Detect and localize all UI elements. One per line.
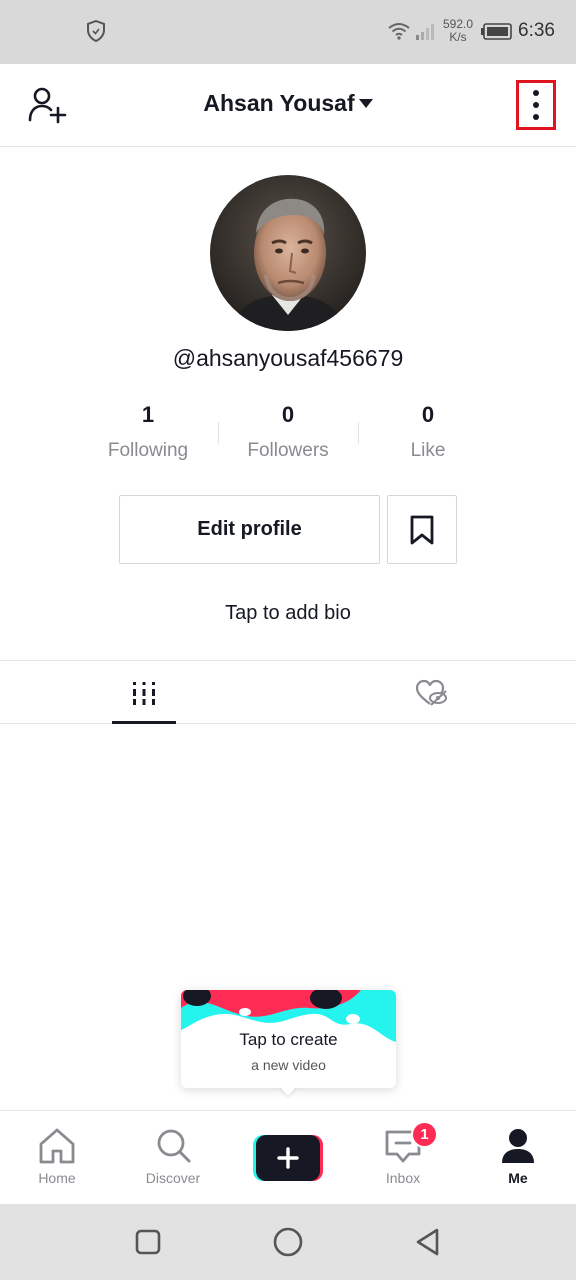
nav-discover[interactable]: Discover [123,1111,223,1204]
tab-videos[interactable] [112,661,176,724]
recents-icon[interactable] [130,1224,166,1260]
following-count: 1 [141,402,155,427]
page-title: Ahsan Yousaf [203,90,355,116]
signal-icon [416,24,434,40]
wifi-icon [388,23,410,40]
home-icon [39,1128,75,1164]
add-bio-prompt[interactable]: Tap to add bio [0,602,576,625]
profile-header: Ahsan Yousaf [0,64,576,147]
followers-count: 0 [281,402,295,427]
dropdown-caret-icon [358,99,373,108]
following-stat[interactable]: 1 Following [78,402,218,462]
create-plus-icon[interactable] [253,1135,323,1181]
bookmark-icon [410,515,434,544]
more-options-button[interactable] [516,80,556,130]
home-circle-icon[interactable] [270,1224,306,1260]
tooltip-title: Tap to create [239,1030,338,1049]
active-tab-indicator [112,721,176,724]
likes-stat[interactable]: 0 Like [358,402,498,462]
battery-icon [481,23,512,40]
create-video-tooltip[interactable]: Tap to create a new video [181,990,396,1088]
content-tabs [0,660,576,724]
bottom-navigation: Home Discover Inbox 1 Me [0,1110,576,1203]
tooltip-arrow [279,1086,297,1096]
inbox-badge: 1 [411,1121,438,1148]
edit-profile-button[interactable]: Edit profile [119,495,380,564]
nav-me-label: Me [508,1170,528,1186]
more-options-dot [533,102,539,108]
status-time: 6:36 [518,20,555,41]
followers-label: Followers [247,440,329,461]
likes-label: Like [410,440,446,461]
profile-username: @ahsanyousaf456679 [172,345,404,371]
system-navigation-bar [0,1204,576,1280]
avatar-photo [210,175,366,331]
status-bar: 592.0 K/s 6:36 [0,0,576,64]
tooltip-subtitle: a new video [251,1057,326,1073]
likes-count: 0 [421,402,435,427]
followers-stat[interactable]: 0 Followers [218,402,358,462]
nav-home-label: Home [38,1170,76,1186]
shield-icon [87,20,105,42]
profile-icon [502,1129,534,1163]
nav-home[interactable]: Home [7,1111,107,1204]
more-options-dot [533,114,539,120]
more-options-icon [533,90,539,96]
nav-inbox[interactable]: Inbox [353,1111,453,1204]
account-switcher[interactable]: Ahsan Yousaf [0,90,576,117]
network-speed-unit: K/s [449,30,467,44]
search-icon [157,1129,191,1163]
back-icon[interactable] [410,1224,446,1260]
nav-me[interactable]: Me [468,1111,568,1204]
nav-discover-label: Discover [145,1170,201,1186]
avatar[interactable] [210,175,366,331]
liked-hidden-icon [415,679,447,706]
nav-inbox-label: Inbox [385,1170,421,1186]
following-label: Following [107,440,189,461]
favorites-button[interactable] [387,495,457,564]
network-speed: 592.0 K/s [440,18,476,44]
tab-liked[interactable] [400,661,464,724]
videos-grid-icon [133,681,155,705]
